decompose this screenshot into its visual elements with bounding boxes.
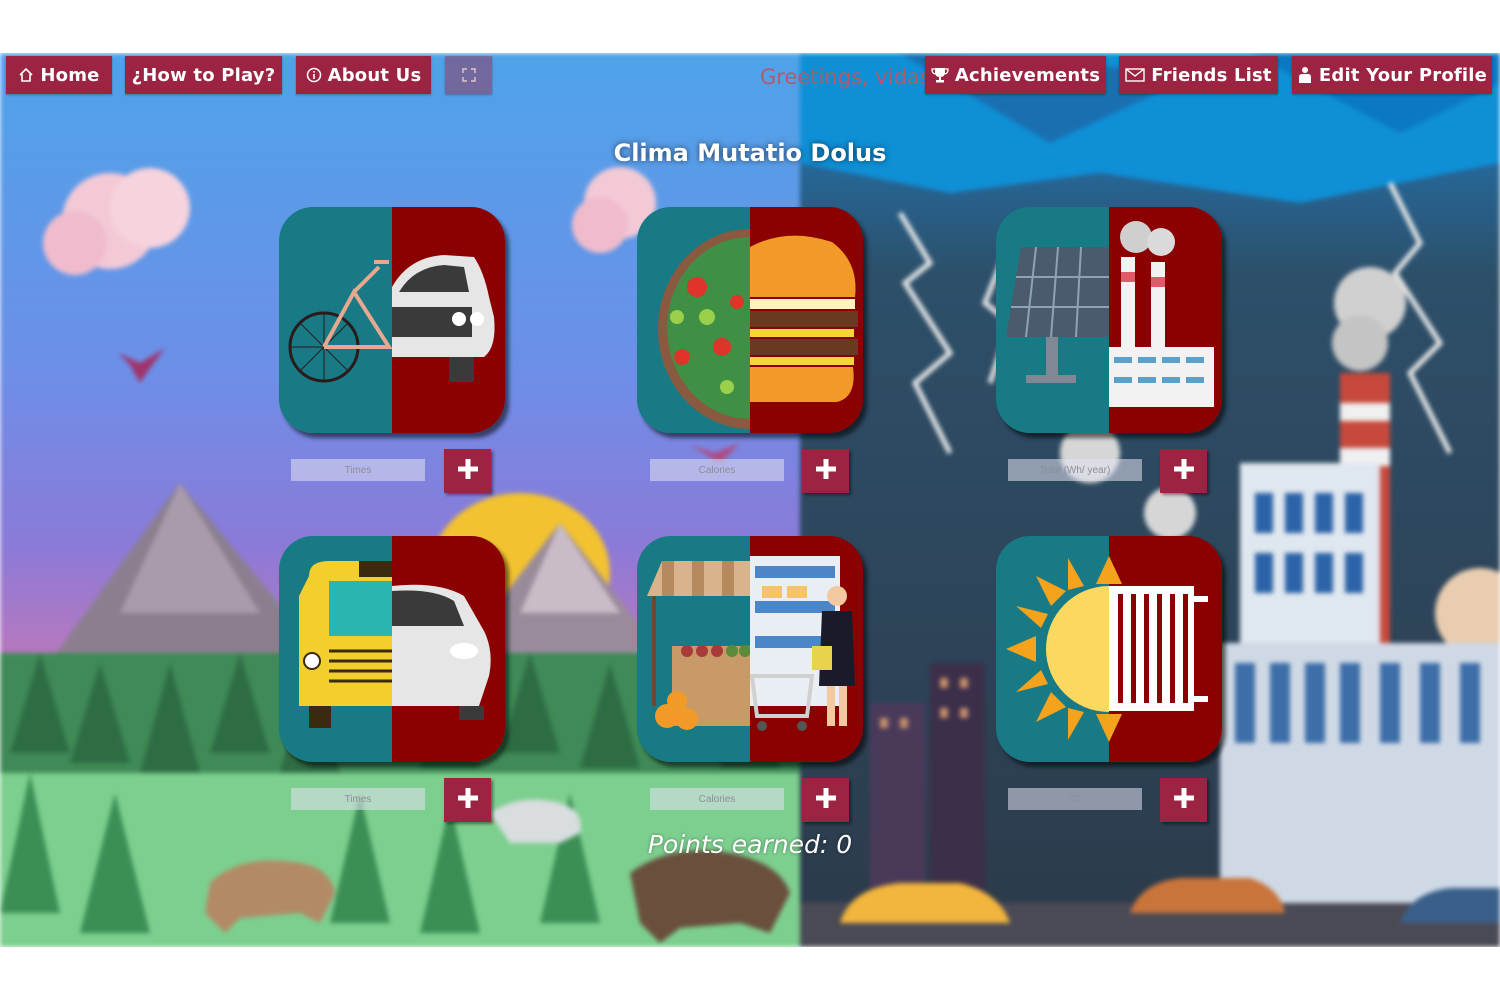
how-to-play-button[interactable]: ¿How to Play? xyxy=(125,56,282,94)
bicycle-car-icon xyxy=(279,207,505,433)
home-button[interactable]: Home xyxy=(6,56,112,94)
shopping-add-button[interactable] xyxy=(802,778,849,822)
plus-icon xyxy=(815,787,837,814)
top-navbar: Home ¿How to Play? About Us Greetings, v… xyxy=(0,53,1500,97)
plus-icon xyxy=(457,787,479,814)
bus-car-icon xyxy=(279,536,505,762)
food-add-button[interactable] xyxy=(802,449,849,493)
edit-profile-label: Edit Your Profile xyxy=(1318,64,1488,86)
transport-add-button[interactable] xyxy=(444,449,491,493)
commute-add-button[interactable] xyxy=(444,778,491,822)
greeting-text: Greetings, vidas xyxy=(760,65,931,89)
market-supermarket-icon xyxy=(637,536,863,762)
energy-add-button[interactable] xyxy=(1160,449,1207,493)
user-icon xyxy=(1297,66,1313,84)
game-stage: Home ¿How to Play? About Us Greetings, v… xyxy=(0,53,1500,947)
solar-factory-icon xyxy=(996,207,1222,433)
shopping-calories-input[interactable] xyxy=(650,788,784,810)
plus-icon xyxy=(1173,458,1195,485)
heating-temperature-input[interactable] xyxy=(1008,788,1142,810)
fullscreen-icon xyxy=(461,67,477,83)
heating-card[interactable] xyxy=(996,536,1222,762)
food-calories-input[interactable] xyxy=(650,459,784,481)
background-illustration xyxy=(0,53,1500,947)
plus-icon xyxy=(815,458,837,485)
points-earned-text: Points earned: 0 xyxy=(647,830,853,859)
trophy-icon xyxy=(931,66,949,84)
heating-add-button[interactable] xyxy=(1160,778,1207,822)
commute-card[interactable] xyxy=(279,536,505,762)
home-icon xyxy=(18,67,34,83)
fullscreen-button[interactable] xyxy=(445,56,492,94)
salad-burger-icon xyxy=(637,207,863,433)
transport-card[interactable] xyxy=(279,207,505,433)
commute-times-input[interactable] xyxy=(291,788,425,810)
home-label: Home xyxy=(40,64,100,86)
achievements-button[interactable]: Achievements xyxy=(925,56,1106,94)
friends-list-label: Friends List xyxy=(1151,64,1272,86)
about-us-button[interactable]: About Us xyxy=(296,56,431,94)
plus-icon xyxy=(1173,787,1195,814)
sun-radiator-icon xyxy=(996,536,1222,762)
page-title: Clima Mutatio Dolus xyxy=(613,139,887,167)
achievements-label: Achievements xyxy=(954,64,1101,86)
food-card[interactable] xyxy=(637,207,863,433)
energy-total-input[interactable] xyxy=(1008,459,1142,481)
envelope-icon xyxy=(1125,67,1145,83)
transport-times-input[interactable] xyxy=(291,459,425,481)
energy-card[interactable] xyxy=(996,207,1222,433)
about-us-label: About Us xyxy=(327,64,422,86)
plus-icon xyxy=(457,458,479,485)
how-to-play-label: ¿How to Play? xyxy=(131,64,276,86)
shopping-card[interactable] xyxy=(637,536,863,762)
background-scene xyxy=(0,53,1500,947)
friends-list-button[interactable]: Friends List xyxy=(1119,56,1278,94)
edit-profile-button[interactable]: Edit Your Profile xyxy=(1292,56,1492,94)
info-icon xyxy=(306,67,322,83)
